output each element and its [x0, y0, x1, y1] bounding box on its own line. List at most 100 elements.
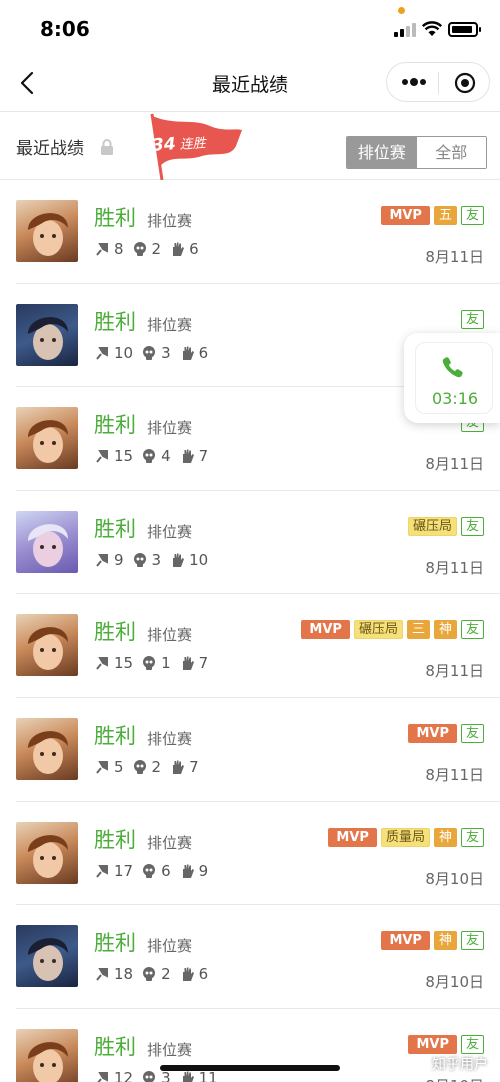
hero-portrait-icon	[28, 1041, 68, 1082]
tab-ranked[interactable]: 排位赛	[347, 137, 417, 168]
kills-count: 17	[114, 861, 134, 880]
kill-icon	[96, 243, 108, 256]
match-date: 8月10日	[425, 869, 484, 888]
assist-hand-icon	[182, 1071, 194, 1082]
match-row[interactable]: 胜利 排位赛 12 3 11 MVP友 8月10日	[16, 1009, 500, 1082]
tag-shen: 神	[433, 931, 457, 951]
match-mode: 排位赛	[147, 1040, 193, 1059]
match-date: 8月10日	[425, 973, 484, 992]
kda-stats: 10 3 6	[94, 344, 216, 362]
match-mode: 排位赛	[147, 419, 193, 438]
tag-mvp: MVP	[381, 931, 430, 951]
match-row[interactable]: 胜利 排位赛 17 6 9 MVP 质量局神友 8月10日	[16, 802, 500, 906]
match-tags: MVP 质量局神友	[328, 827, 484, 847]
death-skull-icon	[143, 1070, 156, 1082]
hero-portrait-icon	[28, 316, 68, 360]
match-row[interactable]: 胜利 排位赛 15 1 7 MVP 碾压局三神友 8月11日	[16, 594, 500, 698]
mini-program-capsule	[386, 62, 490, 102]
tag-shen: 神	[433, 827, 457, 847]
match-result: 胜利	[94, 1034, 136, 1059]
tag-friend: 友	[460, 309, 484, 329]
hero-portrait-icon	[28, 420, 68, 464]
hero-portrait-icon	[28, 523, 68, 567]
assists-count: 7	[198, 654, 209, 673]
deaths-count: 2	[161, 965, 171, 984]
tag-friend: 友	[460, 827, 484, 847]
death-skull-icon	[133, 759, 146, 774]
phone-icon	[442, 357, 463, 378]
match-tags: MVP 友	[408, 1034, 484, 1054]
hero-avatar	[16, 717, 78, 780]
deaths-count: 4	[161, 447, 171, 466]
recording-dot-icon	[398, 7, 405, 14]
close-mini-program-icon[interactable]	[454, 72, 476, 94]
streak-number: 34	[151, 134, 177, 156]
watermark: 知乎用户	[432, 1057, 488, 1073]
match-mode: 排位赛	[147, 937, 193, 956]
match-date: 8月11日	[425, 765, 484, 784]
deaths-count: 2	[151, 240, 162, 258]
kda-stats: 18 2 6	[94, 965, 216, 983]
death-skull-icon	[143, 967, 156, 982]
match-date: 8月11日	[425, 662, 484, 681]
kda-stats: 5 2 7	[94, 758, 207, 776]
assist-hand-icon	[173, 760, 185, 774]
kills-count: 8	[114, 240, 124, 258]
match-tags: 碾压局友	[407, 516, 484, 536]
tag-mvp: MVP	[301, 620, 350, 640]
kill-icon	[96, 553, 108, 567]
kills-count: 15	[114, 447, 134, 466]
match-date: 8月11日	[425, 455, 484, 474]
assists-count: 6	[198, 965, 209, 984]
hero-portrait-icon	[28, 938, 68, 982]
hero-portrait-icon	[28, 834, 68, 878]
match-row[interactable]: 胜利 排位赛 8 2 6 MVP 五友 8月11日	[16, 180, 500, 284]
status-time: 8:06	[40, 17, 90, 41]
win-streak-badge: 34 连胜	[151, 132, 206, 156]
tag-mvp: MVP	[381, 206, 430, 225]
match-result: 胜利	[94, 206, 136, 230]
death-skull-icon	[143, 345, 156, 360]
kill-icon	[96, 657, 108, 670]
tag-friend: 友	[460, 516, 484, 536]
assist-hand-icon	[182, 864, 194, 878]
tag-shen: 神	[433, 620, 457, 640]
kda-stats: 8 2 6	[94, 240, 207, 258]
kill-icon	[96, 864, 108, 878]
match-mode: 排位赛	[147, 833, 193, 852]
records-label: 最近战绩	[16, 139, 84, 159]
match-row[interactable]: 胜利 排位赛 5 2 7 MVP 友 8月11日	[16, 698, 500, 802]
assist-hand-icon	[182, 656, 194, 671]
cellular-signal-icon	[394, 23, 416, 37]
call-float-widget[interactable]: 03:16	[404, 333, 500, 423]
assist-hand-icon	[173, 553, 185, 567]
hero-avatar	[16, 407, 78, 470]
match-result: 胜利	[94, 413, 136, 438]
match-tags: MVP 五友	[381, 206, 484, 225]
battery-icon	[448, 22, 481, 37]
death-skull-icon	[133, 242, 146, 256]
match-row[interactable]: 胜利 排位赛 18 2 6 MVP 神友 8月10日	[16, 905, 500, 1009]
match-result: 胜利	[94, 620, 136, 645]
tab-all[interactable]: 全部	[416, 137, 486, 168]
tag-five: 三	[406, 620, 430, 640]
match-mode: 排位赛	[147, 522, 193, 541]
nav-bar: 最近战绩	[0, 58, 500, 112]
hero-avatar	[16, 510, 78, 573]
assist-hand-icon	[182, 346, 194, 360]
hero-avatar	[16, 925, 78, 988]
assist-hand-icon	[173, 242, 185, 256]
records-header: 最近战绩 34 连胜 排位赛 全部	[0, 112, 500, 180]
more-options-icon[interactable]	[401, 77, 427, 87]
kills-count: 9	[114, 550, 124, 569]
match-row[interactable]: 胜利 排位赛 9 3 10 碾压局友 8月11日	[16, 491, 500, 595]
assists-count: 10	[189, 550, 209, 569]
kill-icon	[97, 1071, 108, 1082]
kills-count: 15	[114, 654, 134, 673]
kills-count: 12	[114, 1068, 134, 1082]
match-mode: 排位赛	[147, 315, 193, 334]
hero-avatar	[16, 1028, 78, 1082]
match-date: 8月10日	[425, 1075, 484, 1082]
tag-press: 质量局	[380, 827, 430, 847]
deaths-count: 1	[161, 654, 171, 673]
